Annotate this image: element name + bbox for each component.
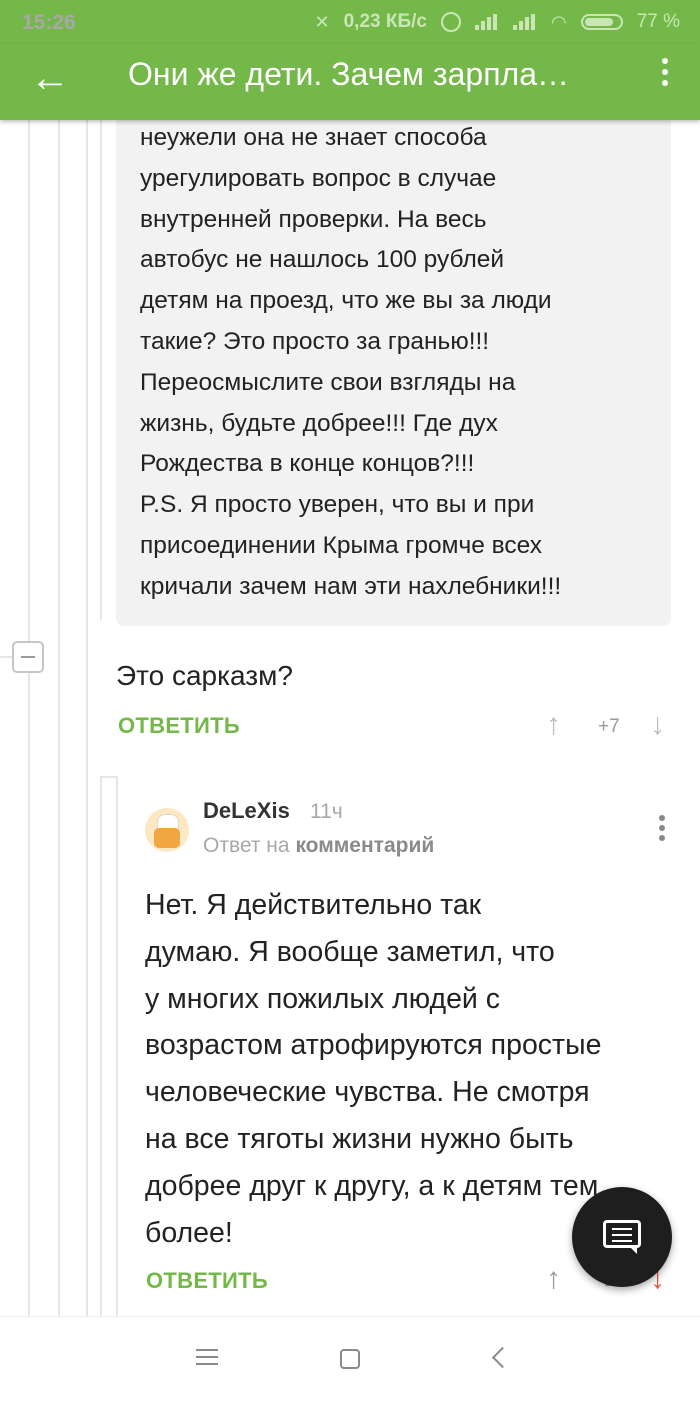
comment-time: 11ч: [310, 800, 343, 823]
thread-branch: [100, 776, 116, 778]
reply-button[interactable]: ОТВЕТИТЬ: [118, 713, 240, 739]
network-speed: 0,23 КБ/с: [343, 11, 427, 32]
downvote-icon[interactable]: ↓: [650, 710, 665, 740]
status-time: 15:26: [22, 11, 76, 34]
home-square-icon[interactable]: [340, 1349, 360, 1369]
more-vert-icon[interactable]: [662, 58, 670, 86]
status-icons: ✕ 0,23 КБ/с ◠ 77 %: [315, 11, 680, 33]
wifi-icon: ◠: [550, 11, 567, 32]
page-title: Они же дети. Зачем зарпла…: [128, 56, 569, 92]
comment-line: человеческие чувства. Не смотря: [145, 1076, 590, 1109]
comment-text: Это сарказм?: [116, 660, 293, 691]
back-chevron-icon[interactable]: [491, 1346, 514, 1369]
thread-line-5: [100, 776, 102, 1316]
quoted-line: внутренней проверки. На весь: [140, 205, 487, 233]
comment-menu-icon[interactable]: [659, 815, 665, 841]
quoted-line: жизнь, будьте добрее!!! Где дух: [140, 409, 498, 437]
comment-score: +7: [598, 716, 620, 737]
reply-to: Ответ на комментарий: [203, 834, 434, 858]
thread-line-4: [100, 120, 102, 620]
quoted-line: P.S. Я просто уверен, что вы и при: [140, 491, 535, 519]
battery-level: 77 %: [636, 11, 680, 32]
recents-menu-icon[interactable]: [196, 1349, 218, 1365]
comment-line: на все тяготы жизни нужно быть: [145, 1122, 574, 1155]
reply-button[interactable]: ОТВЕТИТЬ: [146, 1268, 268, 1294]
reply-to-prefix: Ответ на: [203, 834, 290, 857]
quoted-line: автобус не нашлось 100 рублей: [140, 246, 505, 274]
thread-line-1b: [28, 673, 30, 1316]
thread-line-1: [28, 120, 30, 641]
quoted-line: Переосмыслите свои взгляды на: [140, 368, 516, 396]
battery-icon: [580, 14, 623, 30]
chat-bubble-tail: [628, 1245, 637, 1254]
quoted-line: присоединении Крыма громче всех: [140, 531, 543, 559]
quoted-line: кричали зачем нам эти нахлебники!!!: [140, 572, 562, 600]
new-comment-button[interactable]: [572, 1187, 672, 1287]
thread-line-2: [58, 120, 60, 1316]
reply-to-link[interactable]: комментарий: [295, 834, 434, 857]
collapse-connector: [0, 656, 12, 658]
comment-line: у многих пожилых людей с: [145, 982, 501, 1015]
alarm-icon: [440, 12, 461, 32]
chat-bubble-icon: [603, 1220, 641, 1248]
quoted-line: урегулировать вопрос в случае: [140, 164, 497, 192]
avatar-face-icon: [154, 828, 180, 848]
comment-line: возрастом атрофируются простые: [145, 1029, 602, 1062]
thread-line-3: [86, 120, 88, 1316]
upvote-icon[interactable]: ↑: [546, 1264, 561, 1294]
quoted-line: Рождества в конце концов?!!!: [140, 450, 475, 478]
comment-line: думаю. Я вообще заметил, что: [145, 935, 555, 968]
mute-icon: ✕: [314, 11, 330, 32]
collapse-thread-button[interactable]: [12, 641, 44, 673]
author-name[interactable]: DeLeXis: [203, 798, 290, 824]
avatar[interactable]: [145, 808, 189, 852]
app-bar: ← Они же дети. Зачем зарпла…: [0, 44, 700, 120]
quoted-comment-text: неужели она не знает способа урегулирова…: [140, 118, 660, 608]
signal-icon: [474, 14, 499, 30]
quoted-line: такие? Это просто за гранью!!!: [140, 327, 490, 355]
signal-icon-2: [512, 14, 537, 30]
thread-line-6: [116, 776, 118, 1316]
status-bar: 15:26 ✕ 0,23 КБ/с ◠ 77 %: [0, 0, 700, 44]
arrow-left-icon[interactable]: ←: [30, 58, 70, 98]
quoted-line: неужели она не знает способа: [140, 124, 487, 151]
comment-line: Нет. Я действительно так: [145, 889, 482, 921]
system-nav-bar: [0, 1316, 700, 1401]
quoted-line: детям на проезд, что же вы за люди: [140, 287, 552, 315]
upvote-icon[interactable]: ↑: [546, 710, 561, 740]
